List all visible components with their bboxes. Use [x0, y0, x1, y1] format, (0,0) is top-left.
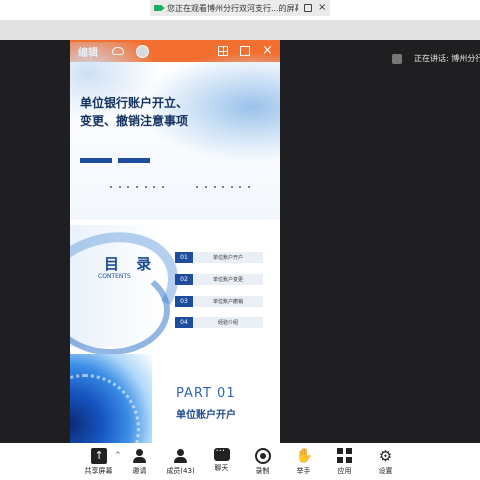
- chat-icon: [213, 446, 230, 461]
- speaker-label: 正在讲话: 博州分行: [414, 54, 480, 63]
- share-screen-button[interactable]: 共享屏幕 ^: [78, 443, 121, 480]
- toolbar-label: 成员(43): [166, 467, 195, 475]
- meeting-toolbar: 共享屏幕 ^ 邀请 成员(43) 聊天 录制 ✋ 举手 应用 ⚙ 设置: [0, 443, 480, 480]
- cover-accent-bar: [118, 158, 150, 163]
- shared-document[interactable]: 编辑 × 单位银行账户开立、 变更、撤销注意事项 目 录 CONTENTS 01…: [70, 40, 280, 444]
- toolbar-label: 共享屏幕: [84, 467, 113, 475]
- invite-icon: [132, 448, 148, 464]
- meeting-top-bar: [0, 20, 480, 40]
- part-title: 单位账户开户: [176, 410, 236, 421]
- settings-icon: ⚙: [378, 447, 393, 465]
- invite-button[interactable]: 邀请: [119, 443, 160, 480]
- record-button[interactable]: 录制: [242, 443, 283, 480]
- toolbar-label: 聊天: [214, 464, 229, 472]
- toc-item: 01 单位账户开户: [175, 252, 263, 263]
- slide-cover[interactable]: 单位银行账户开立、 变更、撤销注意事项: [70, 42, 280, 220]
- cover-title-line1: 单位银行账户开立、: [80, 96, 189, 110]
- cover-dot-row: [110, 184, 250, 190]
- toolbar-label: 邀请: [132, 467, 147, 475]
- slide-toc[interactable]: 目 录 CONTENTS 01 单位账户开户 02 单位账户变更 03 单位账户…: [70, 212, 280, 368]
- members-button[interactable]: 成员(43): [160, 443, 201, 480]
- raise-hand-button[interactable]: ✋ 举手: [283, 443, 324, 480]
- toc-item-label: 经验介绍: [193, 317, 263, 328]
- toc-item: 04 经验介绍: [175, 317, 263, 328]
- apps-icon: [336, 448, 353, 464]
- close-notice-icon[interactable]: ×: [318, 3, 326, 13]
- settings-button[interactable]: ⚙ 设置: [365, 443, 406, 480]
- speaker-indicator: 正在讲话: 博州分行: [392, 53, 480, 64]
- toc-heading: 目 录: [104, 255, 158, 273]
- cover-title-line2: 变更、撤销注意事项: [80, 114, 189, 128]
- toolbar-label: 举手: [296, 467, 311, 475]
- toc-item-label: 单位账户撤销: [193, 296, 263, 307]
- toc-item: 03 单位账户撤销: [175, 296, 263, 307]
- speaker-avatar: [392, 53, 402, 64]
- toc-item-number: 01: [175, 252, 193, 263]
- toc-item-label: 单位账户变更: [193, 274, 263, 285]
- camera-icon: [154, 5, 165, 11]
- toolbar-label: 应用: [337, 467, 352, 475]
- record-icon: [254, 448, 271, 464]
- minimize-icon[interactable]: [304, 4, 312, 12]
- apps-button[interactable]: 应用: [324, 443, 365, 480]
- toc-item-label: 单位账户开户: [193, 252, 263, 263]
- screen-share-notice[interactable]: 您正在观看博州分行双河支行...的屏幕 ×: [150, 0, 330, 16]
- toolbar-label: 设置: [378, 467, 393, 475]
- cover-accent-bar: [80, 158, 112, 163]
- share-screen-icon: [90, 448, 107, 464]
- toc-item-number: 04: [175, 317, 193, 328]
- notice-text: 您正在观看博州分行双河支行...的屏幕: [167, 3, 298, 13]
- toc-subheading: CONTENTS: [98, 273, 131, 280]
- toc-item-number: 02: [175, 274, 193, 285]
- slide-part[interactable]: PART 01 单位账户开户: [70, 354, 280, 444]
- toc-item-number: 03: [175, 296, 193, 307]
- part-label: PART 01: [176, 386, 236, 401]
- toc-item: 02 单位账户变更: [175, 274, 263, 285]
- chat-button[interactable]: 聊天: [201, 443, 242, 480]
- raise-hand-icon: ✋: [295, 448, 313, 464]
- members-icon: [173, 448, 189, 464]
- toolbar-label: 录制: [255, 467, 270, 475]
